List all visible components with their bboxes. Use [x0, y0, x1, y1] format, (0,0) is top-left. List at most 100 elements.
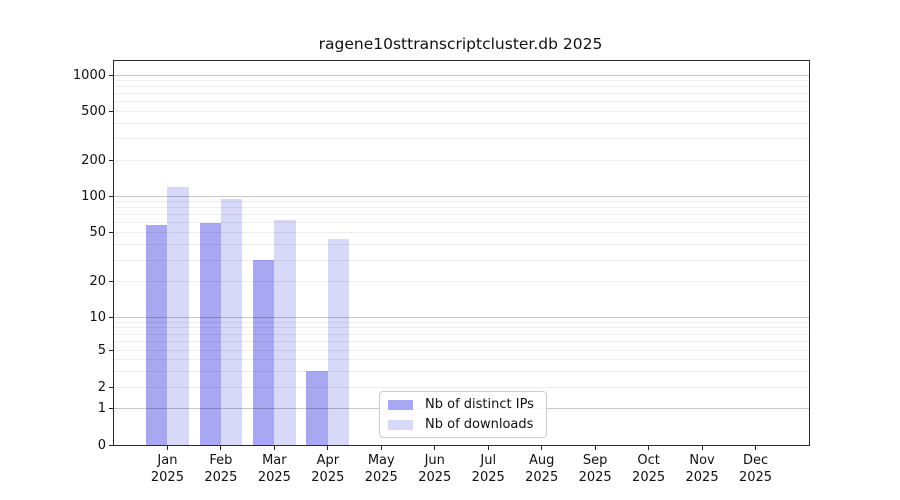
x-tick-label: Nov2025	[675, 452, 728, 486]
minor-gridline	[114, 80, 809, 81]
y-tick-mark	[109, 196, 113, 197]
y-tick-mark	[109, 387, 113, 388]
x-tick-label: Aug2025	[515, 452, 568, 486]
y-tick-label: 200	[39, 152, 106, 169]
y-tick-label: 1	[39, 400, 106, 417]
legend-item-downloads: Nb of downloads	[380, 417, 546, 432]
year-label: 2025	[729, 469, 782, 486]
x-tick-label: Dec2025	[729, 452, 782, 486]
legend: Nb of distinct IPs Nb of downloads	[379, 391, 547, 438]
y-tick-mark	[109, 281, 113, 282]
month-label: May	[355, 452, 408, 469]
major-gridline	[114, 75, 809, 76]
minor-gridline	[114, 86, 809, 87]
y-tick-mark	[109, 75, 113, 76]
minor-gridline	[114, 111, 809, 112]
month-label: Sep	[568, 452, 621, 469]
x-tick-mark	[755, 446, 756, 450]
year-label: 2025	[301, 469, 354, 486]
y-tick-label: 2	[39, 379, 106, 396]
y-tick-mark	[109, 408, 113, 409]
y-tick-label: 5	[39, 342, 106, 359]
month-label: Aug	[515, 452, 568, 469]
bar-downloads	[221, 199, 242, 445]
y-tick-label: 10	[39, 309, 106, 326]
bar-distinct-ips	[253, 260, 274, 445]
month-label: Mar	[248, 452, 301, 469]
y-tick-mark	[109, 350, 113, 351]
legend-label-distinct-ips: Nb of distinct IPs	[425, 397, 534, 412]
year-label: 2025	[675, 469, 728, 486]
y-tick-mark	[109, 160, 113, 161]
y-tick-mark	[109, 111, 113, 112]
figure: ragene10sttranscriptcluster.db 2025 Nb o…	[0, 0, 900, 500]
x-tick-mark	[648, 446, 649, 450]
month-label: Feb	[194, 452, 247, 469]
x-tick-mark	[595, 446, 596, 450]
x-tick-label: Apr2025	[301, 452, 354, 486]
x-tick-mark	[488, 446, 489, 450]
x-tick-mark	[381, 446, 382, 450]
year-label: 2025	[462, 469, 515, 486]
y-tick-label: 500	[39, 103, 106, 120]
bar-downloads	[167, 187, 188, 445]
y-tick-mark	[109, 445, 113, 446]
y-tick-label: 0	[39, 437, 106, 454]
year-label: 2025	[515, 469, 568, 486]
minor-gridline	[114, 160, 809, 161]
month-label: Jan	[141, 452, 194, 469]
x-tick-mark	[327, 446, 328, 450]
month-label: Dec	[729, 452, 782, 469]
year-label: 2025	[408, 469, 461, 486]
year-label: 2025	[248, 469, 301, 486]
bar-distinct-ips	[306, 371, 327, 445]
x-tick-label: Feb2025	[194, 452, 247, 486]
bar-downloads	[274, 220, 295, 445]
y-tick-label: 100	[39, 188, 106, 205]
minor-gridline	[114, 138, 809, 139]
year-label: 2025	[141, 469, 194, 486]
x-tick-mark	[220, 446, 221, 450]
x-tick-mark	[541, 446, 542, 450]
minor-gridline	[114, 123, 809, 124]
month-label: Apr	[301, 452, 354, 469]
minor-gridline	[114, 201, 809, 202]
year-label: 2025	[194, 469, 247, 486]
x-tick-label: Jun2025	[408, 452, 461, 486]
month-label: Oct	[622, 452, 675, 469]
month-label: Jul	[462, 452, 515, 469]
y-tick-label: 1000	[39, 67, 106, 84]
x-tick-label: May2025	[355, 452, 408, 486]
month-label: Nov	[675, 452, 728, 469]
year-label: 2025	[622, 469, 675, 486]
x-tick-label: Sep2025	[568, 452, 621, 486]
x-tick-label: Jan2025	[141, 452, 194, 486]
plot-area: Nb of distinct IPs Nb of downloads 01251…	[113, 60, 810, 446]
legend-swatch-downloads	[388, 420, 413, 430]
x-tick-mark	[434, 446, 435, 450]
y-tick-label: 50	[39, 224, 106, 241]
minor-gridline	[114, 101, 809, 102]
x-tick-label: Oct2025	[622, 452, 675, 486]
year-label: 2025	[355, 469, 408, 486]
y-tick-label: 20	[39, 273, 106, 290]
major-gridline	[114, 196, 809, 197]
x-tick-label: Jul2025	[462, 452, 515, 486]
y-tick-mark	[109, 317, 113, 318]
legend-swatch-distinct-ips	[388, 400, 413, 410]
bar-distinct-ips	[200, 223, 221, 445]
minor-gridline	[114, 214, 809, 215]
x-tick-label: Mar2025	[248, 452, 301, 486]
x-tick-mark	[167, 446, 168, 450]
x-tick-mark	[274, 446, 275, 450]
legend-label-downloads: Nb of downloads	[425, 417, 533, 432]
x-tick-mark	[702, 446, 703, 450]
bar-downloads	[328, 239, 349, 445]
bar-distinct-ips	[146, 225, 167, 445]
y-tick-mark	[109, 232, 113, 233]
chart-title: ragene10sttranscriptcluster.db 2025	[113, 35, 808, 53]
minor-gridline	[114, 207, 809, 208]
minor-gridline	[114, 93, 809, 94]
year-label: 2025	[568, 469, 621, 486]
legend-item-distinct-ips: Nb of distinct IPs	[380, 397, 546, 412]
